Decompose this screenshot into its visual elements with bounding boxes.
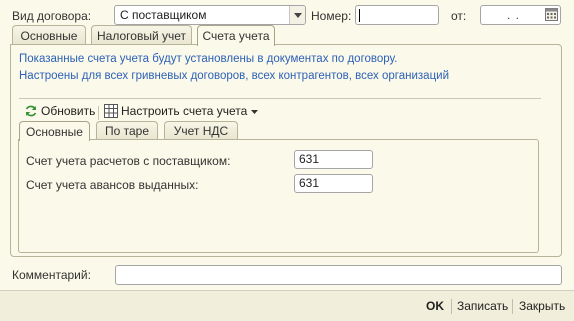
comment-label: Комментарий:: [12, 268, 91, 282]
date-value: . .: [507, 8, 521, 22]
inner-tab-main-label: Основные: [26, 124, 83, 139]
configure-accounts-button[interactable]: Настроить счета учета: [104, 104, 262, 118]
tab-main-label: Основные: [20, 28, 78, 43]
configure-accounts-label: Настроить счета учета: [121, 104, 248, 118]
info-text-line2: Настроены для всех гривневых договоров, …: [19, 70, 450, 82]
close-button[interactable]: Закрыть: [519, 299, 565, 313]
comment-input[interactable]: [115, 265, 562, 285]
tab-accounts-label: Счета учета: [202, 29, 270, 43]
inner-tab-main[interactable]: Основные: [19, 121, 90, 141]
chevron-down-icon: [293, 12, 302, 18]
supplier-account-value: 631: [299, 152, 320, 166]
accounts-tab-panel: Показанные счета учета будут установлены…: [10, 44, 562, 257]
date-label: от:: [451, 9, 467, 23]
number-input[interactable]: [355, 5, 439, 25]
supplier-account-label: Счет учета расчетов с поставщиком:: [26, 154, 231, 168]
save-button[interactable]: Записать: [457, 299, 508, 313]
tab-main[interactable]: Основные: [12, 25, 86, 45]
advances-account-input[interactable]: 631: [294, 174, 373, 193]
advances-account-label: Счет учета авансов выданных:: [26, 178, 199, 192]
bottom-bar-separator: [512, 299, 513, 314]
refresh-button[interactable]: Обновить: [24, 104, 95, 118]
refresh-label: Обновить: [41, 104, 96, 118]
divider: [19, 98, 541, 99]
advances-account-value: 631: [299, 176, 320, 190]
tab-accounts[interactable]: Счета учета: [197, 25, 275, 46]
inner-main-panel: Счет учета расчетов с поставщиком: 631 С…: [18, 139, 539, 253]
inner-tab-containers[interactable]: По таре: [96, 121, 158, 140]
inner-tab-vat-label: Учет НДС: [173, 124, 229, 138]
supplier-account-input[interactable]: 631: [294, 150, 373, 169]
contract-type-select[interactable]: С поставщиком: [114, 5, 306, 25]
bottom-bar: OK Записать Закрыть: [0, 290, 574, 321]
tab-tax-accounting-label: Налоговый учет: [97, 28, 186, 43]
contract-type-dropdown-button[interactable]: [289, 6, 305, 24]
table-icon: [104, 104, 118, 118]
contract-type-value: С поставщиком: [120, 8, 207, 22]
bottom-bar-separator: [451, 299, 452, 314]
inner-tab-vat[interactable]: Учет НДС: [164, 121, 238, 140]
date-input[interactable]: . .: [480, 5, 561, 25]
calendar-icon[interactable]: [545, 8, 558, 21]
text-cursor: [359, 9, 360, 22]
tab-tax-accounting[interactable]: Налоговый учет: [91, 25, 192, 45]
info-text-line1: Показанные счета учета будут установлены…: [19, 53, 398, 65]
refresh-icon: [25, 105, 37, 117]
number-label: Номер:: [311, 9, 352, 23]
ok-button[interactable]: OK: [426, 299, 444, 313]
contract-type-label: Вид договора:: [12, 9, 92, 23]
inner-tab-containers-label: По таре: [104, 124, 149, 138]
toolbar-separator: [98, 106, 99, 120]
chevron-down-icon: [251, 109, 259, 114]
